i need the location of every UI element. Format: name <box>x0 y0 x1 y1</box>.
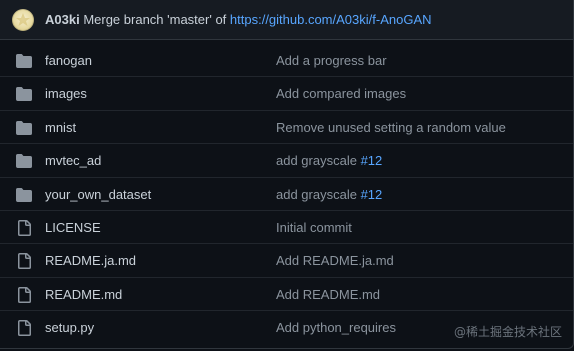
file-row-readme-ja-md[interactable]: README.ja.md Add README.ja.md <box>0 244 573 278</box>
commit-message-text: Merge branch 'master' of <box>79 12 230 27</box>
commit-message-text[interactable]: Initial commit <box>276 220 352 235</box>
commit-message-cell[interactable]: add grayscale #12 <box>276 153 382 169</box>
file-icon <box>16 219 32 236</box>
file-name[interactable]: images <box>45 86 87 102</box>
file-name[interactable]: LICENSE <box>45 220 101 236</box>
commit-message: A03ki Merge branch 'master' of https://g… <box>45 12 432 28</box>
file-icon <box>16 253 32 270</box>
commit-message-cell[interactable]: Remove unused setting a random value <box>276 120 506 136</box>
commit-message-text[interactable]: add grayscale <box>276 153 361 168</box>
commit-message-cell[interactable]: Add README.md <box>276 287 380 303</box>
file-row-mnist[interactable]: mnist Remove unused setting a random val… <box>0 111 573 145</box>
file-row-readme-md[interactable]: README.md Add README.md <box>0 278 573 312</box>
file-list-box: A03ki Merge branch 'master' of https://g… <box>0 0 574 349</box>
file-name[interactable]: README.ja.md <box>45 253 136 269</box>
issue-link[interactable]: #12 <box>361 153 383 168</box>
file-icon <box>16 320 32 337</box>
file-name[interactable]: setup.py <box>45 320 94 336</box>
file-name[interactable]: your_own_dataset <box>45 187 151 203</box>
repo-file-browser: A03ki Merge branch 'master' of https://g… <box>0 0 574 351</box>
file-row-images[interactable]: images Add compared images <box>0 77 573 111</box>
file-icon <box>16 286 32 303</box>
commit-link[interactable]: https://github.com/A03ki/f-AnoGAN <box>230 12 432 27</box>
file-row-license[interactable]: LICENSE Initial commit <box>0 211 573 245</box>
watermark: @稀土掘金技术社区 <box>453 325 562 339</box>
folder-icon <box>16 153 32 169</box>
file-rows: fanogan Add a progress bar images Add co… <box>0 44 573 345</box>
commit-message-text[interactable]: add grayscale <box>276 187 361 202</box>
commit-message-text[interactable]: Add a progress bar <box>276 53 387 68</box>
folder-icon <box>16 86 32 102</box>
commit-message-text[interactable]: Add python_requires <box>276 320 396 335</box>
folder-icon <box>16 120 32 136</box>
folder-icon <box>16 187 32 203</box>
commit-message-cell[interactable]: add grayscale #12 <box>276 187 382 203</box>
file-name[interactable]: mvtec_ad <box>45 153 101 169</box>
commit-message-cell[interactable]: Add compared images <box>276 86 406 102</box>
commit-author[interactable]: A03ki <box>45 12 80 27</box>
commit-message-text[interactable]: Remove unused setting a random value <box>276 120 506 135</box>
file-name[interactable]: README.md <box>45 287 122 303</box>
avatar[interactable] <box>12 9 34 31</box>
file-name[interactable]: mnist <box>45 120 76 136</box>
file-name[interactable]: fanogan <box>45 53 92 69</box>
avatar-emblem-icon <box>16 13 30 26</box>
commit-message-text[interactable]: Add README.md <box>276 287 380 302</box>
file-row-fanogan[interactable]: fanogan Add a progress bar <box>0 44 573 78</box>
commit-message-text[interactable]: Add README.ja.md <box>276 253 394 268</box>
commit-message-text[interactable]: Add compared images <box>276 86 406 101</box>
commit-message-cell[interactable]: Add python_requires <box>276 320 396 336</box>
commit-message-cell[interactable]: Add README.ja.md <box>276 253 394 269</box>
latest-commit-bar: A03ki Merge branch 'master' of https://g… <box>0 0 573 40</box>
issue-link[interactable]: #12 <box>361 187 383 202</box>
folder-icon <box>16 53 32 69</box>
commit-message-cell[interactable]: Add a progress bar <box>276 53 387 69</box>
commit-message-cell[interactable]: Initial commit <box>276 220 352 236</box>
file-row-your-own-dataset[interactable]: your_own_dataset add grayscale #12 <box>0 178 573 211</box>
file-row-mvtec-ad[interactable]: mvtec_ad add grayscale #12 <box>0 144 573 178</box>
